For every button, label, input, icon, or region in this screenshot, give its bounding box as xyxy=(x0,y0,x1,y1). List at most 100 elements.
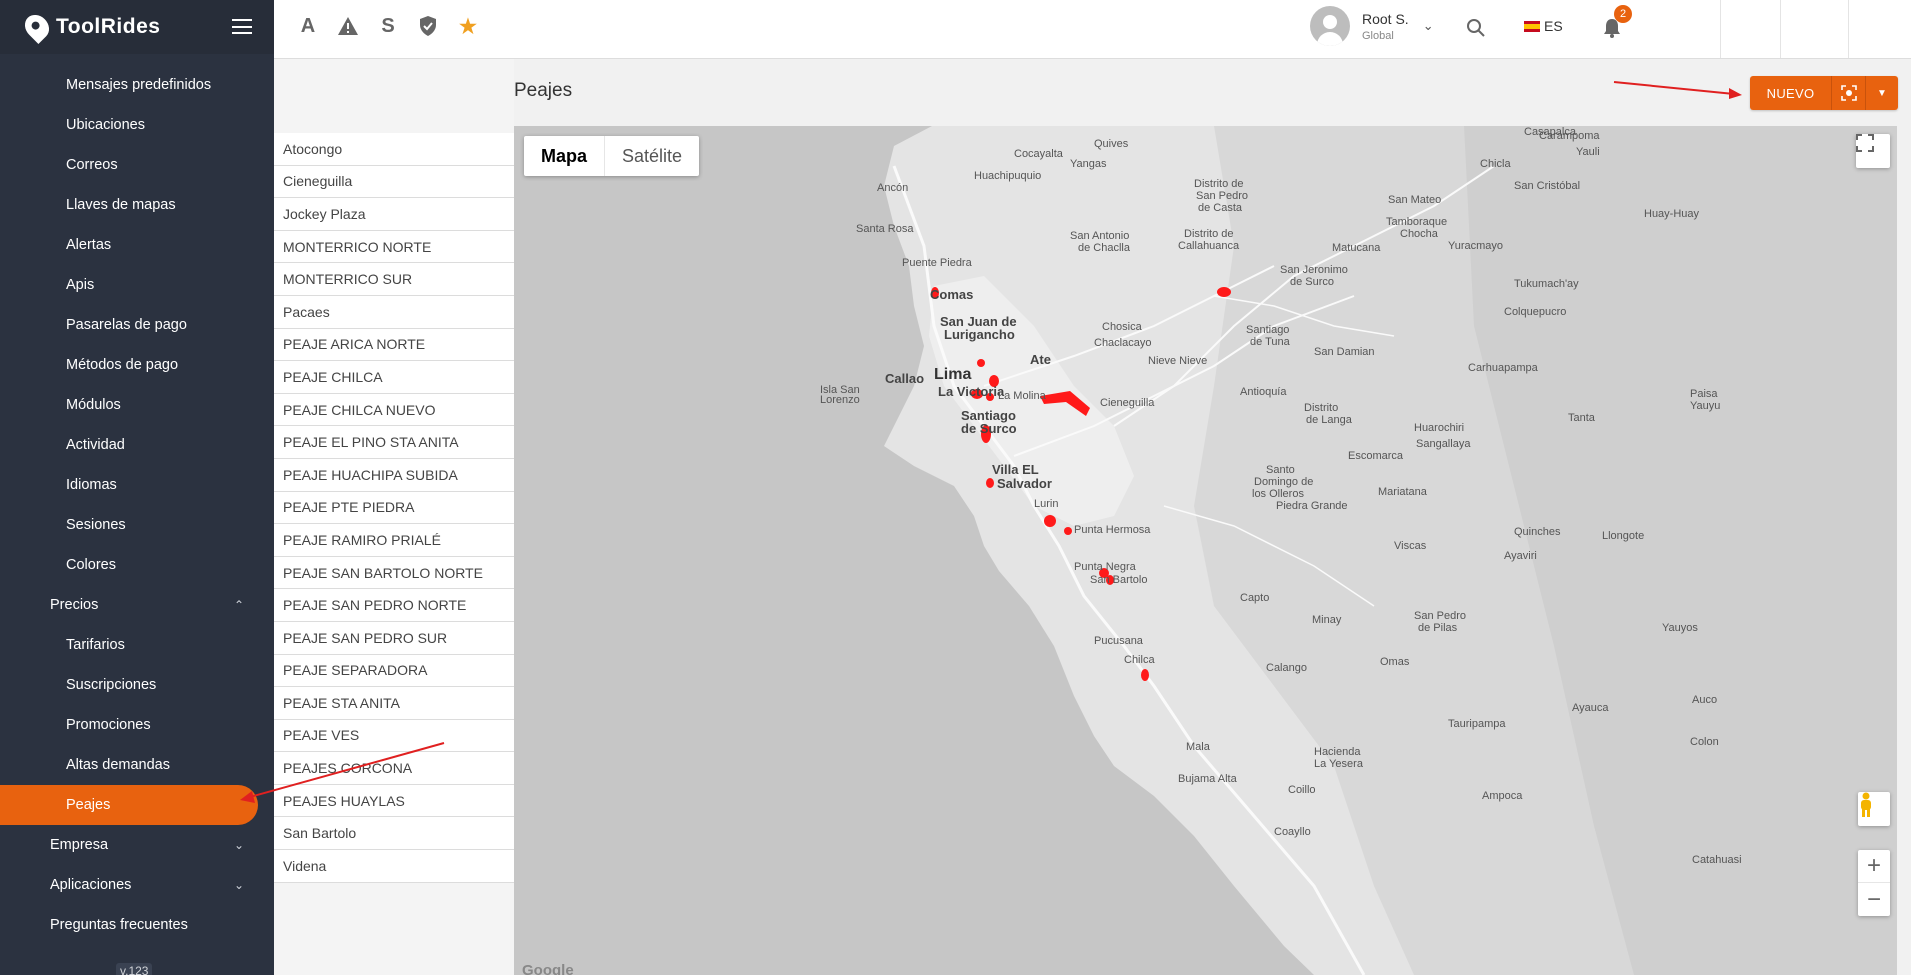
toll-list-item[interactable]: Cieneguilla xyxy=(274,165,514,199)
avatar xyxy=(1310,6,1350,46)
sidebar-item-suscripciones[interactable]: Suscripciones xyxy=(0,665,274,705)
zoom-control: + − xyxy=(1858,850,1890,916)
toll-list-item[interactable]: PEAJES CORCONA xyxy=(274,752,514,785)
scan-icon[interactable] xyxy=(1832,76,1866,110)
sidebar-item-correos[interactable]: Correos xyxy=(0,145,274,185)
logo-pin-icon xyxy=(20,10,54,44)
toll-list-item[interactable]: PEAJE ARICA NORTE xyxy=(274,328,514,362)
map[interactable]: Carampoma Quives Cocayalta Yangas Huachi… xyxy=(514,126,1897,975)
map-label: Matucana xyxy=(1332,242,1381,254)
toll-list-item[interactable]: PEAJE EL PINO STA ANITA xyxy=(274,426,514,459)
toll-list-item[interactable]: PEAJE SEPARADORA xyxy=(274,654,514,688)
map-label: de Surco xyxy=(961,421,1017,436)
toll-list-item[interactable]: PEAJE STA ANITA xyxy=(274,687,514,720)
map-label: Escomarca xyxy=(1348,450,1404,462)
map-label: de Pilas xyxy=(1418,622,1458,634)
toll-list-item[interactable]: MONTERRICO NORTE xyxy=(274,230,514,264)
divider xyxy=(1848,0,1849,58)
map-label: Santo xyxy=(1266,464,1295,476)
toll-list-item[interactable]: San Bartolo xyxy=(274,817,514,851)
sidebar-item-actividad[interactable]: Actividad xyxy=(0,425,274,465)
sidebar-item-empresa[interactable]: Empresa ⌄ xyxy=(0,825,274,865)
sidebar-item-preguntas[interactable]: Preguntas frecuentes xyxy=(0,905,274,945)
divider xyxy=(1780,0,1781,58)
shield-check-icon[interactable] xyxy=(416,14,440,38)
caret-down-icon[interactable]: ▼ xyxy=(1866,76,1898,110)
toll-list-item[interactable]: PEAJE CHILCA NUEVO xyxy=(274,393,514,427)
map-label: de Tuna xyxy=(1250,336,1290,348)
map-label: Ayauca xyxy=(1572,702,1609,714)
map-label: Calango xyxy=(1266,662,1307,674)
map-label: San Mateo xyxy=(1388,194,1442,206)
map-label: Salvador xyxy=(997,476,1052,491)
sidebar-item-promociones[interactable]: Promociones xyxy=(0,705,274,745)
zoom-in-icon[interactable]: + xyxy=(1858,850,1890,883)
sidebar-item-pasarelas[interactable]: Pasarelas de pago xyxy=(0,305,274,345)
sidebar: ToolRides Mensajes predefinidos Ubicacio… xyxy=(0,0,274,975)
map-label: de Surco xyxy=(1290,276,1335,288)
sidebar-item-ubicaciones[interactable]: Ubicaciones xyxy=(0,105,274,145)
sidebar-item-tarifarios[interactable]: Tarifarios xyxy=(0,625,274,665)
sidebar-item-label: Precios xyxy=(50,597,99,613)
warning-icon[interactable] xyxy=(336,14,360,38)
toll-list-item[interactable]: Videna xyxy=(274,850,514,883)
sidebar-item-altas-demandas[interactable]: Altas demandas xyxy=(0,745,274,785)
sidebar-item-idiomas[interactable]: Idiomas xyxy=(0,465,274,505)
sidebar-item-llaves-mapas[interactable]: Llaves de mapas xyxy=(0,185,274,225)
toll-list-item[interactable]: Pacaes xyxy=(274,295,514,329)
divider xyxy=(1720,0,1721,58)
toll-list-item[interactable]: MONTERRICO SUR xyxy=(274,263,514,296)
new-button[interactable]: NUEVO xyxy=(1750,76,1832,110)
map-label: Lima xyxy=(934,366,972,383)
map-label: Chaclacayo xyxy=(1094,337,1152,349)
toll-list-item[interactable]: PEAJE RAMIRO PRIALÉ xyxy=(274,524,514,557)
user-role: Global xyxy=(1362,29,1394,42)
sidebar-item-mensajes[interactable]: Mensajes predefinidos xyxy=(0,65,274,105)
street-view-pegman-icon[interactable] xyxy=(1858,792,1890,826)
user-name: Root S. xyxy=(1362,10,1409,27)
letter-s-icon[interactable]: S xyxy=(376,14,400,38)
sidebar-item-modulos[interactable]: Módulos xyxy=(0,385,274,425)
toll-list-item[interactable]: PEAJE PTE PIEDRA xyxy=(274,491,514,525)
sidebar-item-alertas[interactable]: Alertas xyxy=(0,225,274,265)
sidebar-item-peajes[interactable]: Peajes xyxy=(0,785,258,825)
new-button-group: NUEVO ▼ xyxy=(1750,76,1898,110)
sidebar-item-precios[interactable]: Precios ⌃ xyxy=(0,585,274,625)
sidebar-item-label: Aplicaciones xyxy=(50,877,132,893)
map-label: Hacienda xyxy=(1314,746,1361,758)
toll-list-item[interactable]: PEAJE HUACHIPA SUBIDA xyxy=(274,458,514,492)
language-selector[interactable]: ES xyxy=(1524,18,1563,34)
sidebar-item-apis[interactable]: Apis xyxy=(0,265,274,305)
zoom-out-icon[interactable]: − xyxy=(1858,883,1890,916)
map-label: Llongote xyxy=(1602,530,1645,542)
sidebar-item-metodos-pago[interactable]: Métodos de pago xyxy=(0,345,274,385)
map-label: Paisa xyxy=(1690,388,1718,400)
toll-list-item[interactable]: PEAJE SAN BARTOLO NORTE xyxy=(274,556,514,590)
sidebar-item-sesiones[interactable]: Sesiones xyxy=(0,505,274,545)
map-label: Catahuasi xyxy=(1692,854,1742,866)
map-label: Quives xyxy=(1094,138,1129,150)
sidebar-item-aplicaciones[interactable]: Aplicaciones ⌄ xyxy=(0,865,274,905)
notification-badge: 2 xyxy=(1614,5,1632,23)
toll-list-item[interactable]: PEAJE SAN PEDRO NORTE xyxy=(274,589,514,622)
map-type-satellite-button[interactable]: Satélite xyxy=(605,136,699,176)
toll-list-item[interactable]: PEAJE SAN PEDRO SUR xyxy=(274,621,514,655)
toll-list-item[interactable]: Atocongo xyxy=(274,133,514,166)
star-icon[interactable]: ★ xyxy=(456,14,480,38)
map-label: Bujama Alta xyxy=(1178,773,1237,785)
map-label: Callahuanca xyxy=(1178,240,1240,252)
toll-list-item[interactable]: Jockey Plaza xyxy=(274,198,514,231)
map-type-map-button[interactable]: Mapa xyxy=(524,136,606,176)
toll-list-item[interactable]: PEAJE VES xyxy=(274,719,514,753)
letter-a-icon[interactable]: A xyxy=(296,14,320,38)
fullscreen-icon[interactable] xyxy=(1856,134,1890,168)
toll-list-item[interactable]: PEAJES HUAYLAS xyxy=(274,784,514,818)
toll-list-item[interactable]: PEAJE CHILCA xyxy=(274,361,514,394)
language-code: ES xyxy=(1544,18,1563,34)
toll-list: Atocongo Cieneguilla Jockey Plaza MONTERRIC… xyxy=(274,133,514,883)
search-icon[interactable] xyxy=(1464,16,1488,40)
map-label: Yauyu xyxy=(1690,400,1721,412)
menu-toggle-icon[interactable] xyxy=(232,19,252,34)
sidebar-item-colores[interactable]: Colores xyxy=(0,545,274,585)
user-menu[interactable]: Root S. Global ⌄ xyxy=(1310,6,1434,46)
